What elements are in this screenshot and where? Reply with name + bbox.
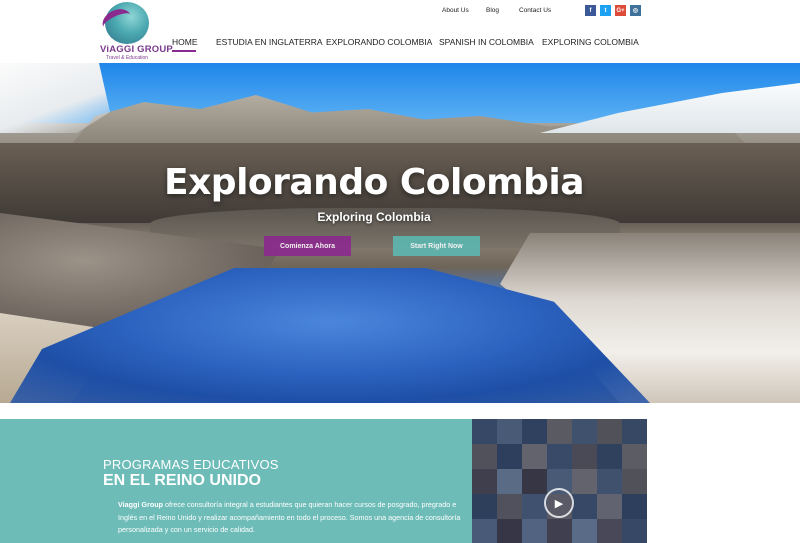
programs-section: PROGRAMAS EDUCATIVOS EN EL REINO UNIDO V… xyxy=(0,419,800,543)
nav-item-estudia-en-inglaterra[interactable]: ESTUDIA EN INGLATERRA xyxy=(216,37,323,47)
students-video-thumbnail[interactable]: ▶ xyxy=(472,419,647,543)
nav-item-home[interactable]: HOME xyxy=(172,37,198,47)
start-right-now-button[interactable]: Start Right Now xyxy=(393,236,480,256)
programs-brand: Viaggi Group xyxy=(118,500,163,509)
nav-active-indicator xyxy=(172,50,196,52)
hero-snow-left xyxy=(0,63,110,133)
programs-text: ofrece consultoría integral a estudiante… xyxy=(118,500,461,534)
hero-title: Explorando Colombia xyxy=(163,162,585,203)
hero-banner: Explorando Colombia Exploring Colombia C… xyxy=(0,63,800,403)
programs-panel: PROGRAMAS EDUCATIVOS EN EL REINO UNIDO V… xyxy=(0,419,472,543)
brand-name: ViAGGI GROUP xyxy=(100,44,173,55)
programs-heading-line1: PROGRAMAS EDUCATIVOS xyxy=(103,457,279,472)
facebook-icon[interactable]: f xyxy=(585,5,596,16)
nav-item-spanish-in-colombia[interactable]: SPANISH IN COLOMBIA xyxy=(439,37,534,47)
photo-overlay xyxy=(472,419,647,543)
hero-subtitle: Exploring Colombia xyxy=(317,210,431,224)
programs-heading-line2: EN EL REINO UNIDO xyxy=(103,472,261,489)
programs-description: Viaggi Group ofrece consultoría integral… xyxy=(118,499,468,537)
comienza-ahora-button[interactable]: Comienza Ahora xyxy=(264,236,351,256)
site-header: ViAGGI GROUP Travel & Education About Us… xyxy=(0,0,800,63)
nav-item-exploring-colombia[interactable]: EXPLORING COLOMBIA xyxy=(542,37,639,47)
social-links: f t G+ ◎ xyxy=(585,5,641,16)
top-link-about[interactable]: About Us xyxy=(442,7,469,14)
nav-item-explorando-colombia[interactable]: EXPLORANDO COLOMBIA xyxy=(326,37,432,47)
instagram-icon[interactable]: ◎ xyxy=(630,5,641,16)
top-link-blog[interactable]: Blog xyxy=(486,7,499,14)
play-icon[interactable]: ▶ xyxy=(544,488,574,518)
brand-logo[interactable]: ViAGGI GROUP Travel & Education xyxy=(98,2,173,61)
top-link-contact[interactable]: Contact Us xyxy=(519,7,551,14)
twitter-icon[interactable]: t xyxy=(600,5,611,16)
google-plus-icon[interactable]: G+ xyxy=(615,5,626,16)
brand-tagline: Travel & Education xyxy=(106,55,149,61)
